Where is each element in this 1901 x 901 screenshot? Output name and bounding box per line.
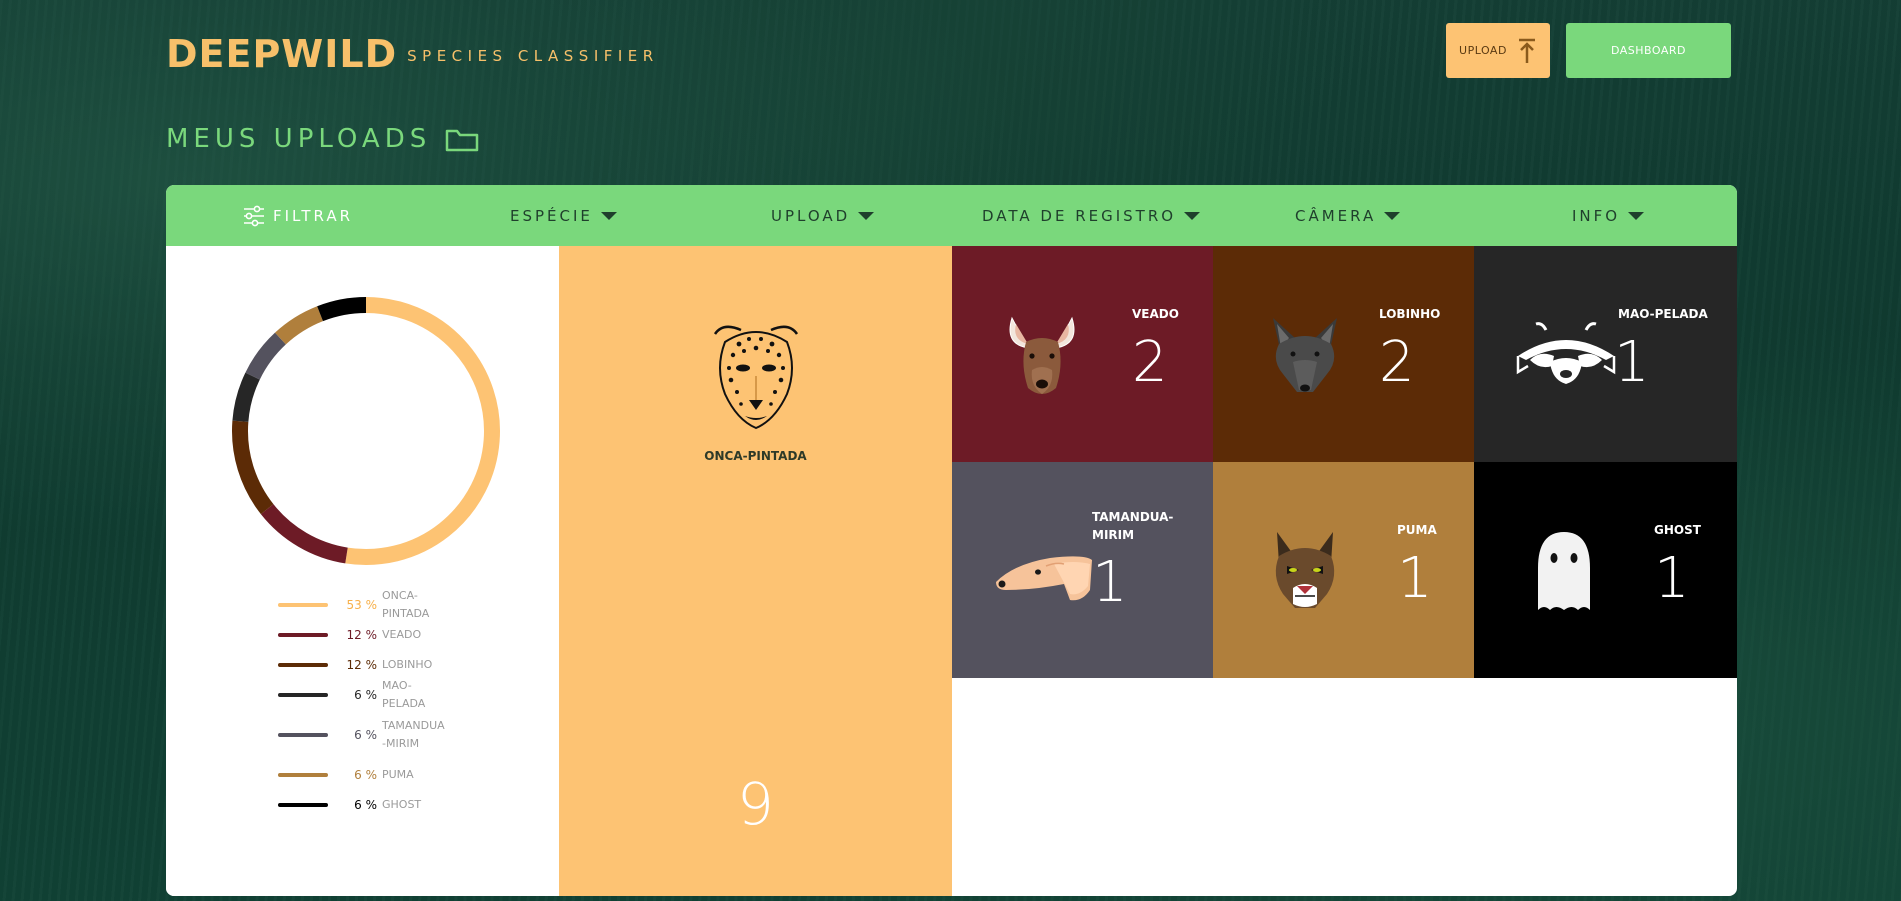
species-name: LOBINHO bbox=[1379, 307, 1441, 321]
folder-icon bbox=[446, 129, 479, 152]
upload-arrow-icon bbox=[1518, 38, 1535, 63]
species-card-lobinho[interactable]: LOBINHO 2 bbox=[1213, 246, 1474, 462]
species-card-mao-pelada[interactable]: MAO-PELADA 1 bbox=[1474, 246, 1737, 462]
donut-slice-ghost bbox=[317, 297, 367, 322]
anteater-icon bbox=[996, 556, 1092, 601]
legend-swatch bbox=[278, 773, 328, 777]
ghost-icon bbox=[1538, 532, 1590, 610]
legend-item: 6 % MAO-PELADA bbox=[278, 679, 452, 710]
legend-label: ONCA-PINTADA bbox=[382, 589, 430, 620]
upload-button[interactable]: UPLOAD bbox=[1446, 23, 1550, 78]
legend-swatch bbox=[278, 633, 328, 637]
legend-item: 6 % TAMANDUA-MIRIM bbox=[278, 710, 452, 760]
legend-percent: 6 % bbox=[354, 768, 377, 782]
dashboard-button-label: DASHBOARD bbox=[1610, 44, 1686, 57]
species-name: MAO-PELADA bbox=[1618, 307, 1708, 321]
chevron-down-icon bbox=[858, 211, 875, 220]
legend-percent: 12 % bbox=[346, 628, 378, 642]
species-count: 9 bbox=[737, 770, 774, 838]
legend-swatch bbox=[278, 803, 328, 807]
legend-percent: 12 % bbox=[346, 658, 378, 672]
logo-wordmark: DEEPWILD bbox=[166, 32, 398, 76]
species-count: 2 bbox=[1132, 330, 1168, 395]
legend-item: 53 % ONCA-PINTADA bbox=[278, 589, 452, 620]
sliders-icon bbox=[244, 205, 264, 226]
column-info-label: INFO bbox=[1572, 206, 1621, 225]
chart-legend: 53 % ONCA-PINTADA 12 % VEADO 12 % LOBINHO 6 % M… bbox=[278, 589, 452, 820]
species-card-veado[interactable]: VEADO 2 bbox=[952, 246, 1213, 462]
species-summary: 53 % ONCA-PINTADA 12 % VEADO 12 % LOBINHO 6 % M… bbox=[166, 246, 559, 896]
dashboard-button[interactable]: DASHBOARD bbox=[1566, 23, 1731, 78]
legend-item: 12 % LOBINHO bbox=[278, 650, 452, 680]
species-count: 2 bbox=[1379, 330, 1415, 395]
jaguar-icon bbox=[713, 325, 799, 430]
species-card-onca-pintada[interactable]: ONCA-PINTADA 9 bbox=[559, 246, 952, 896]
filter-bar: FILTRAR ESPÉCIE UPLOAD DATA DE REGISTRO … bbox=[166, 185, 1737, 246]
legend-percent: 6 % bbox=[354, 728, 377, 742]
wolf-icon bbox=[1273, 318, 1337, 392]
chevron-down-icon bbox=[1184, 211, 1201, 220]
column-camera[interactable]: CÂMERA bbox=[1295, 185, 1401, 246]
legend-label: LOBINHO bbox=[382, 658, 433, 671]
donut-slice-puma bbox=[275, 306, 324, 345]
column-camera-label: CÂMERA bbox=[1295, 206, 1377, 225]
column-info[interactable]: INFO bbox=[1572, 185, 1645, 246]
species-count: 1 bbox=[1092, 550, 1128, 615]
species-count: 1 bbox=[1397, 546, 1433, 611]
filter-label: FILTRAR bbox=[273, 206, 354, 225]
legend-label: VEADO bbox=[382, 628, 422, 641]
legend-label: MAO-PELADA bbox=[382, 679, 426, 710]
legend-label: PUMA bbox=[382, 768, 414, 781]
legend-percent: 6 % bbox=[354, 798, 377, 812]
column-upload[interactable]: UPLOAD bbox=[771, 185, 875, 246]
donut-slice-mao-pelada bbox=[232, 372, 260, 423]
donut-slice-veado bbox=[260, 504, 348, 564]
legend-label: GHOST bbox=[382, 798, 422, 811]
chevron-down-icon bbox=[1628, 211, 1645, 220]
species-name: PUMA bbox=[1397, 523, 1437, 537]
page-title: MEUS UPLOADS bbox=[166, 124, 479, 154]
species-card-puma[interactable]: PUMA 1 bbox=[1213, 462, 1474, 678]
filter-button[interactable]: FILTRAR bbox=[243, 185, 353, 246]
column-data-registro[interactable]: DATA DE REGISTRO bbox=[982, 185, 1201, 246]
donut-slice-lobinho bbox=[232, 420, 274, 515]
species-card-ghost[interactable]: GHOST 1 bbox=[1474, 462, 1737, 678]
legend-swatch bbox=[278, 733, 328, 737]
column-data-registro-label: DATA DE REGISTRO bbox=[982, 206, 1177, 225]
chevron-down-icon bbox=[600, 211, 617, 220]
legend-label: TAMANDUA-MIRIM bbox=[382, 719, 445, 750]
donut-slice-onca-pintada bbox=[345, 297, 500, 565]
legend-item: 6 % PUMA bbox=[278, 760, 452, 790]
column-especie-label: ESPÉCIE bbox=[510, 206, 593, 225]
species-name: GHOST bbox=[1654, 523, 1701, 537]
species-donut-chart bbox=[232, 297, 500, 565]
species-count: 1 bbox=[1614, 330, 1650, 395]
legend-swatch bbox=[278, 603, 328, 607]
raccoon-icon bbox=[1516, 322, 1616, 384]
species-name: TAMANDUA-MIRIM bbox=[1092, 510, 1174, 542]
uploads-panel: FILTRAR ESPÉCIE UPLOAD DATA DE REGISTRO … bbox=[166, 185, 1737, 896]
species-name: ONCA-PINTADA bbox=[704, 449, 807, 463]
legend-percent: 53 % bbox=[346, 598, 378, 612]
logo-subtitle: SPECIES CLASSIFIER bbox=[407, 47, 659, 65]
species-count: 1 bbox=[1654, 546, 1690, 611]
legend-item: 12 % VEADO bbox=[278, 620, 452, 650]
puma-icon bbox=[1275, 532, 1335, 608]
page-title-text: MEUS UPLOADS bbox=[166, 124, 432, 154]
deer-icon bbox=[1009, 316, 1075, 394]
chevron-down-icon bbox=[1384, 211, 1401, 220]
legend-percent: 6 % bbox=[354, 688, 377, 702]
species-name: VEADO bbox=[1132, 307, 1179, 321]
upload-button-label: UPLOAD bbox=[1459, 44, 1507, 57]
column-especie[interactable]: ESPÉCIE bbox=[510, 185, 617, 246]
legend-swatch bbox=[278, 693, 328, 697]
legend-swatch bbox=[278, 663, 328, 667]
donut-slice-tamandua-mirim bbox=[245, 332, 287, 380]
species-card-tamandua-mirim[interactable]: TAMANDUA-MIRIM 1 bbox=[952, 462, 1213, 678]
legend-item: 6 % GHOST bbox=[278, 790, 452, 820]
column-upload-label: UPLOAD bbox=[771, 206, 851, 225]
logo[interactable]: DEEPWILD SPECIES CLASSIFIER bbox=[166, 32, 659, 76]
